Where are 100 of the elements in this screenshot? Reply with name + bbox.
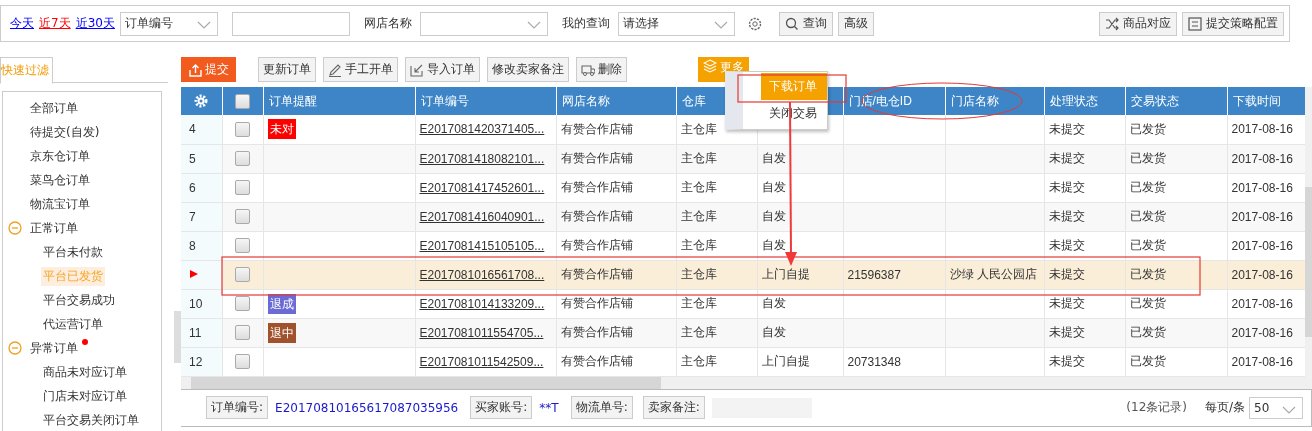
table-cell: 未提交 bbox=[1048, 121, 1085, 136]
table-cell: 2017-08-16 bbox=[1231, 325, 1293, 340]
table-cell: 上门自提 bbox=[761, 354, 810, 368]
record-count: (12条记录) bbox=[1126, 399, 1187, 416]
order-link[interactable]: E2017081014133209... bbox=[419, 296, 545, 311]
table-cell: 已发货 bbox=[1129, 296, 1166, 310]
button[interactable]: 导入订单 bbox=[405, 57, 480, 82]
page-size-select[interactable]: 50 bbox=[1249, 396, 1303, 419]
button[interactable]: 商品对应 bbox=[1099, 11, 1177, 36]
row-number: 6 bbox=[189, 180, 196, 195]
table-cell: 2017-08-16 bbox=[1231, 209, 1293, 224]
button[interactable]: 查询 bbox=[778, 11, 833, 36]
table-cell: 有赞合作店铺 bbox=[560, 121, 633, 136]
table-cell: 有赞合作店铺 bbox=[560, 180, 633, 194]
table-cell: 未提交 bbox=[1048, 267, 1085, 281]
order-link[interactable]: E2017081011542509... bbox=[419, 354, 544, 369]
current-row-icon bbox=[189, 268, 199, 279]
sidebar-item[interactable]: 异常订单 bbox=[28, 338, 80, 358]
table-cell: 有赞合作店铺 bbox=[560, 209, 633, 223]
checkbox[interactable] bbox=[235, 180, 250, 196]
settings-icon bbox=[746, 15, 763, 32]
table-cell: 2017-08-16 bbox=[1231, 180, 1293, 195]
shop-select[interactable] bbox=[419, 11, 548, 36]
table-cell: 2017-08-16 bbox=[1231, 151, 1293, 166]
chevron-down-icon bbox=[526, 20, 541, 29]
sidebar-item[interactable]: 菜鸟仓订单 bbox=[28, 170, 92, 190]
date-link[interactable]: 近7天 bbox=[39, 15, 71, 32]
checkbox[interactable] bbox=[235, 354, 250, 370]
table-cell: 已发货 bbox=[1129, 151, 1166, 165]
status-tag: 未对 bbox=[267, 119, 296, 140]
button[interactable]: 手工开单 bbox=[323, 57, 398, 82]
order-link[interactable]: E2017081415105105... bbox=[419, 238, 545, 253]
table-cell: 自发 bbox=[761, 238, 786, 252]
table-cell: 主仓库 bbox=[680, 180, 717, 194]
checkbox[interactable] bbox=[235, 238, 250, 254]
checkbox[interactable] bbox=[235, 151, 250, 167]
field-label: 物流单号: bbox=[570, 396, 633, 419]
sidebar-item[interactable]: 全部订单 bbox=[28, 98, 80, 118]
table-cell: 自发 bbox=[761, 180, 786, 194]
table-cell: 未提交 bbox=[1048, 296, 1085, 310]
order-link[interactable]: E2017081011554705... bbox=[419, 325, 544, 340]
date-link[interactable]: 今天 bbox=[10, 15, 34, 32]
table-cell: 已发货 bbox=[1129, 209, 1166, 223]
checkbox[interactable] bbox=[235, 296, 250, 312]
checkbox[interactable] bbox=[235, 121, 250, 137]
field-label: 网店名称 bbox=[363, 15, 412, 32]
order-link[interactable]: E2017081016561708... bbox=[419, 267, 545, 282]
button[interactable]: 修改卖家备注 bbox=[487, 57, 569, 82]
table-cell: 已发货 bbox=[1129, 267, 1166, 281]
checkbox[interactable] bbox=[235, 267, 250, 283]
table-cell: 2017-08-16 bbox=[1231, 354, 1293, 369]
table-cell: 主仓库 bbox=[680, 209, 717, 223]
checkbox[interactable] bbox=[235, 93, 250, 109]
table-cell: 已发货 bbox=[1129, 325, 1166, 339]
button[interactable]: 提交策略配置 bbox=[1182, 11, 1284, 36]
button[interactable]: 高级 bbox=[837, 11, 874, 36]
status-tag: 退成 bbox=[267, 293, 296, 314]
table-cell: 有赞合作店铺 bbox=[560, 151, 633, 165]
status-tag: 退中 bbox=[267, 322, 296, 343]
sidebar-item[interactable]: 门店未对应订单 bbox=[41, 386, 129, 406]
sidebar-item[interactable]: 待提交(自发) bbox=[28, 122, 102, 142]
sidebar-item[interactable]: 物流宝订单 bbox=[28, 194, 92, 214]
table-cell: 主仓库 bbox=[680, 121, 717, 136]
row-number: 5 bbox=[189, 151, 196, 166]
date-link[interactable]: 近30天 bbox=[75, 15, 115, 32]
table-cell: 未提交 bbox=[1048, 209, 1085, 223]
sidebar-item[interactable]: 平台交易成功 bbox=[41, 290, 117, 310]
layers-icon bbox=[703, 59, 717, 73]
sidebar-item[interactable]: 京东仓订单 bbox=[28, 146, 92, 166]
search-icon bbox=[784, 16, 799, 31]
sidebar-item[interactable]: 平台交易关闭订单 bbox=[41, 410, 141, 430]
table-cell: 2017-08-16 bbox=[1231, 238, 1293, 253]
order-link[interactable]: E2017081417452601... bbox=[419, 180, 545, 195]
sidebar-item[interactable]: 代运营订单 bbox=[41, 314, 105, 334]
sidebar-item[interactable]: 商品未对应订单 bbox=[41, 362, 129, 382]
truck-icon bbox=[581, 62, 595, 77]
table-cell: 主仓库 bbox=[680, 238, 717, 252]
order-link[interactable]: E2017081420371405... bbox=[419, 122, 545, 137]
table-cell: 主仓库 bbox=[680, 151, 717, 165]
button[interactable]: 删除 bbox=[576, 57, 627, 82]
table-cell: 自发 bbox=[761, 209, 786, 223]
table-cell: 主仓库 bbox=[680, 325, 717, 339]
collapse-handle[interactable] bbox=[174, 311, 181, 363]
field-label: 我的查询 bbox=[561, 15, 610, 32]
checkbox[interactable] bbox=[235, 209, 250, 225]
sidebar-item[interactable]: 平台未付款 bbox=[41, 242, 105, 262]
table-cell: 有赞合作店铺 bbox=[560, 354, 633, 368]
list-icon bbox=[1188, 16, 1202, 31]
vertical-scrollbar[interactable] bbox=[1305, 87, 1312, 389]
order-link[interactable]: E2017081416040901... bbox=[419, 209, 545, 224]
button[interactable]: 更新订单 bbox=[258, 57, 316, 82]
sidebar-item[interactable]: 正常订单 bbox=[28, 218, 80, 238]
search-field[interactable] bbox=[231, 11, 350, 36]
query-select[interactable]: 请选择 bbox=[617, 11, 735, 36]
field-select[interactable]: 订单编号 bbox=[119, 11, 218, 36]
field-value: **T bbox=[539, 400, 559, 415]
checkbox[interactable] bbox=[235, 325, 250, 341]
settings-icon bbox=[193, 93, 210, 109]
order-link[interactable]: E2017081418082101... bbox=[419, 151, 545, 166]
field-label: 每页/条 bbox=[1204, 399, 1245, 416]
